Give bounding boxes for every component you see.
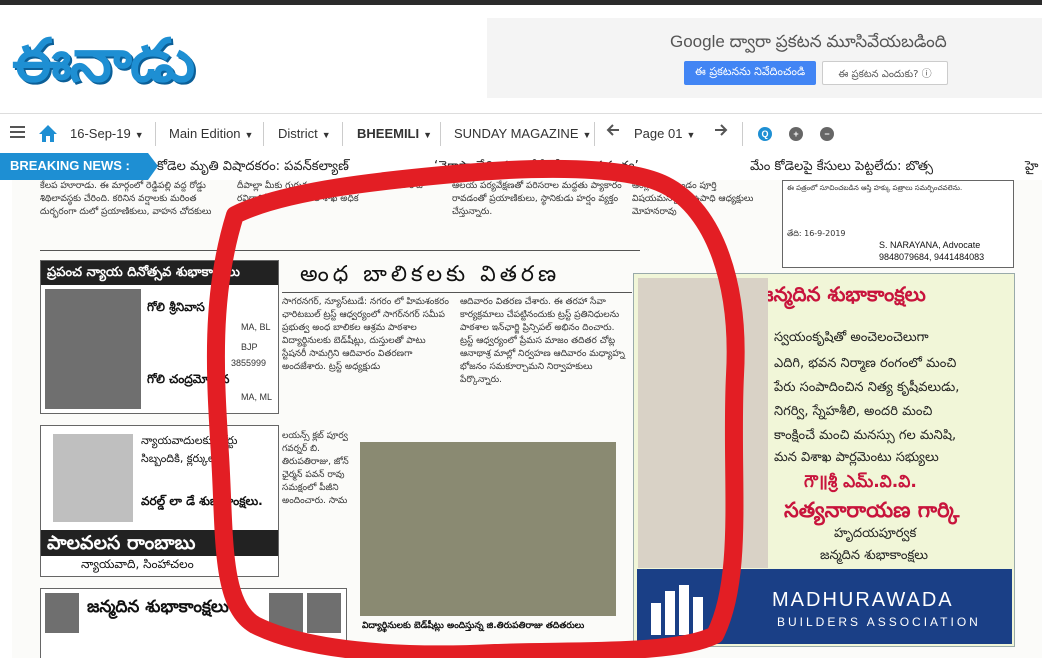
ad-closed-by-google-text: Google ద్వారా ప్రకటన మూసివేయబడింది [670, 32, 947, 51]
logo-text: ఈనాడు [12, 26, 195, 96]
ad1-degree-2: MA, ML [241, 392, 273, 402]
photo-caption: విద్యార్థినులకు బెడ్‌షీట్లు అందిస్తున్న … [362, 621, 585, 631]
ad2-subtitle: న్యాయవాది, సింహాచలం [81, 558, 194, 571]
ad1-phone: 3855999 [231, 358, 267, 368]
top-mid2-column-text: ఆలయ పర్యవేక్షణతో పరిసరాల మద్దతు ప్యాకారం… [452, 181, 622, 217]
page-dropdown[interactable]: Page 01 ▼ [634, 114, 695, 154]
why-this-ad-button[interactable]: ఈ ప్రకటన ఎందుకు? ⓘ [822, 61, 948, 85]
bday-line: పేరు సంపాదించిన నిత్య కృషీవలుడు, [774, 380, 960, 395]
birthday-ad-small: జన్మదిన శుభాకాంక్షలు [40, 588, 347, 658]
report-ad-button[interactable]: ఈ ప్రకటనను నివేదించండి [684, 61, 816, 85]
notice-date: తేది: 16-9-2019 [787, 229, 846, 238]
top-dark-bar [0, 0, 1042, 5]
story-column-1: సాగరనగర్, న్యూస్‌టుడే: నగరం లో హిమశంకరం … [282, 297, 449, 372]
home-icon[interactable] [38, 114, 58, 154]
edition-dropdown[interactable]: Main Edition ▼ [169, 114, 253, 154]
builders-subtitle: BUILDERS ASSOCIATION [777, 615, 981, 629]
bday-line: స్వయంకృషితో అంచెలంచెలుగా [774, 330, 929, 345]
prev-page-arrow-icon[interactable] [606, 114, 622, 154]
ad1-heading: ప్రపంచ న్యాయ దినోత్సవ శుభాకాంక్షలు [41, 261, 278, 285]
magazine-dropdown[interactable]: SUNDAY MAGAZINE ▼ [454, 114, 591, 154]
ticker-item[interactable]: కోడెల మృతి విషాదకరం: పవన్‌కల్యాణ్ [157, 153, 349, 180]
bday-line: ఎదిగి, భవన నిర్మాణ రంగంలో మంచి [774, 356, 957, 371]
advocate-photo [53, 434, 133, 522]
edition-toolbar: 16-Sep-19 ▼ Main Edition ▼ District ▼ BHEEM… [0, 113, 1042, 155]
nav-divider [440, 122, 441, 146]
bday-line: నిగర్వి, స్నేహశీలి, అందరి మంచి [774, 404, 933, 419]
zoom-in-icon[interactable]: + [789, 127, 803, 141]
nav-divider [263, 122, 264, 146]
edition-label: Main Edition [169, 126, 241, 141]
person-photo [638, 278, 768, 568]
date-dropdown[interactable]: 16-Sep-19 ▼ [70, 114, 144, 154]
eenadu-logo[interactable]: ఈనాడు [12, 22, 282, 100]
district-dropdown[interactable]: District ▼ [278, 114, 331, 154]
date-label: 16-Sep-19 [70, 126, 131, 141]
ad1-degree: MA, BL [241, 322, 271, 332]
bday-wish: జన్మదిన శుభాకాంక్షలు [820, 548, 929, 563]
notice-phone: 9848079684, 9441484083 [879, 252, 985, 262]
story-column-2: ఆదివారం వితరణ చేశారు. ఈ తరహా సేవా కార్యక… [460, 297, 625, 385]
chevron-down-icon: ▼ [134, 130, 144, 140]
area-dropdown[interactable]: BHEEMILI ▼ [357, 114, 432, 154]
story-column-3: లయన్స్ క్లబ్ పూర్వ గవర్నర్ బి. తిరుపతిరా… [282, 431, 349, 506]
article-photo [360, 442, 616, 616]
hamburger-icon[interactable] [10, 114, 28, 154]
ad2-name: పాలవలస రాంబాబు [41, 530, 278, 556]
top-left-column-text: కేలప హూరాడు. ఈ మార్గంలో రెడ్డిపల్లి వద్ద… [40, 181, 212, 217]
closed-ad-box: Google ద్వారా ప్రకటన మూసివేయబడింది ఈ ప్ర… [487, 18, 1042, 98]
builders-name: MADHURAWADA [772, 589, 954, 611]
zoom-reset-icon[interactable]: Q [758, 127, 772, 141]
top-mid-column-text: దీపాల్లా మీకు గురువులు ఉంటూ మనతో వెలు ఈ … [237, 181, 425, 204]
column-rule [282, 292, 632, 293]
ad2-heading: వరల్డ్ లా డే శుభాకాంక్షలు. [141, 494, 263, 508]
district-label: District [278, 126, 318, 141]
bday-person-name: సత్యనారాయణ గార్కి [784, 498, 960, 522]
bday-line: కాంక్షించే మంచి మనస్సు గల మనిషి, [774, 428, 957, 443]
page-label: Page 01 [634, 126, 683, 141]
builders-association-banner: MADHURAWADA BUILDERS ASSOCIATION [637, 569, 1012, 644]
ad1-party: BJP [241, 342, 258, 352]
zoom-out-icon[interactable]: − [820, 127, 834, 141]
person-photo [45, 593, 79, 633]
legal-notice: ఈ పత్రంలో సూచించబడిన ఆస్తి హక్కు పత్రాలు… [782, 180, 1014, 268]
ad1-name: గోలి శ్రీనివాస [147, 301, 205, 314]
breaking-news-label: BREAKING NEWS : [0, 153, 158, 180]
ticker-item[interactable]: హై [1025, 153, 1038, 180]
nav-divider [742, 122, 743, 146]
bday-line: మన విశాఖ పార్లమెంటు సభ్యులు [774, 450, 939, 465]
person-photo [269, 593, 303, 633]
column-rule [40, 250, 640, 251]
why-this-ad-label: ఈ ప్రకటన ఎందుకు? [838, 68, 919, 80]
chevron-down-icon: ▼ [423, 130, 433, 140]
chevron-down-icon: ▼ [244, 130, 254, 140]
law-day-ad-1: ప్రపంచ న్యాయ దినోత్సవ శుభాకాంక్షలు గోలి … [40, 260, 279, 414]
bday-title: గౌ॥శ్రీ ఎమ్.వి.వి. [804, 472, 917, 492]
breaking-news-bar: BREAKING NEWS : కోడెల మృతి విషాదకరం: పవన… [0, 153, 1042, 180]
nav-divider [155, 122, 156, 146]
article-headline: అంధ బాలికలకు వితరణ [300, 262, 561, 287]
bday-wish: హృదయపూర్వక [834, 526, 917, 541]
chevron-down-icon: ▼ [321, 130, 331, 140]
bday-heading: జన్మదిన శుభాకాంక్షలు [759, 282, 926, 306]
top-right-column-text: ఆంగ్లం నేర్పిస్తుండం పూర్తి విషయమన్నారు.… [632, 181, 754, 217]
ad1-name-2: గోలి చంద్రమోహన [147, 373, 230, 386]
notice-text: ఈ పత్రంలో సూచించబడిన ఆస్తి హక్కు పత్రాలు… [787, 184, 963, 192]
birthday-ad-large: జన్మదిన శుభాకాంక్షలు స్వయంకృషితో అంచెలంచ… [633, 273, 1015, 647]
ad2-text: న్యాయవాదులకు, కోర్టు సిబ్బందికి, క్లర్కు… [141, 434, 238, 465]
ticker-item[interactable]: ‘వైకాపా వేధింపులతోనే కోడెల ఆత్మహత్య’ [434, 153, 639, 180]
chevron-down-icon: ▼ [686, 130, 696, 140]
chevron-down-icon: ▼ [582, 130, 592, 140]
info-icon: ⓘ [921, 68, 932, 80]
nav-divider [342, 122, 343, 146]
next-page-arrow-icon[interactable] [714, 114, 730, 154]
ticker-item[interactable]: మేం కోడెలపై కేసులు పెట్టలేదు: బొత్స [750, 153, 933, 180]
law-day-ad-2: న్యాయవాదులకు, కోర్టు సిబ్బందికి, క్లర్కు… [40, 425, 279, 577]
building-logo-icon [651, 585, 703, 635]
area-label: BHEEMILI [357, 126, 420, 141]
nav-divider [594, 122, 595, 146]
advocate-photo [45, 289, 141, 409]
magazine-label: SUNDAY MAGAZINE [454, 126, 579, 141]
person-photo [307, 593, 341, 633]
